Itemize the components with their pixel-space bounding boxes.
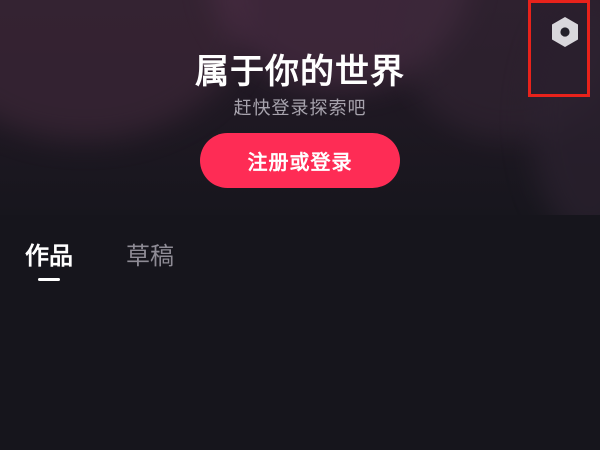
tab-drafts[interactable]: 草稿 [126, 238, 174, 282]
register-login-button[interactable]: 注册或登录 [200, 133, 400, 188]
content-area [0, 290, 600, 450]
tab-works[interactable]: 作品 [25, 238, 73, 282]
hexagon-center-dot [560, 27, 570, 37]
page-title: 属于你的世界 [195, 52, 405, 92]
profile-screen: 属于你的世界 赶快登录探索吧 注册或登录 作品 草稿 [0, 0, 600, 450]
page-subtitle: 赶快登录探索吧 [233, 98, 367, 119]
active-tab-indicator [38, 278, 60, 281]
profile-tabs: 作品 草稿 [0, 238, 600, 288]
